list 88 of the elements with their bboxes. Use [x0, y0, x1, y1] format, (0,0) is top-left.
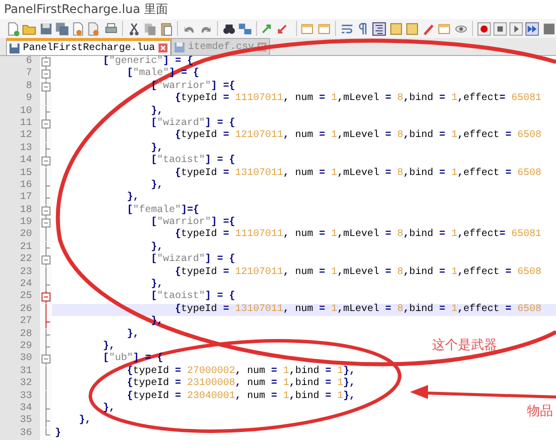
line-number: 10 [0, 106, 40, 118]
code-line: {typeId = 23040001, num = 1,bind = 1}, [126, 390, 356, 403]
new-file-icon[interactable] [6, 20, 20, 36]
line-number: 9 [0, 93, 40, 106]
annotation-label: 物品 [527, 404, 553, 419]
code-line: }, [150, 180, 164, 192]
window-caption: PanelFirstRecharge.lua 里面 [3, 1, 170, 18]
code-line: {typeId = 11107011, num = 1,mLevel = 8,bind = 1,effect= 65081 [174, 93, 542, 106]
fold-toggle-icon[interactable] [40, 68, 52, 81]
close-all-icon[interactable] [87, 20, 102, 36]
save-icon [174, 42, 186, 52]
line-number: 7 [0, 68, 40, 81]
code-line: {typeId = 12107011, num = 1,mLevel = 8,bind = 1,effect = 6508 [174, 266, 542, 280]
code-line: ["taoist"] = { [150, 291, 236, 304]
panel-icon[interactable] [404, 20, 420, 36]
fold-toggle-icon[interactable] [40, 217, 52, 230]
code-line: {typeId = 13107011, num = 1,mLevel = 8,bind = 1,effect = 6508 [174, 304, 542, 316]
line-number: 19 [0, 217, 40, 230]
code-line: } [54, 428, 62, 440]
line-number: 22 [0, 254, 40, 267]
code-line: ["female"]={ [126, 204, 200, 216]
code-line: {typeId = 11107011, num = 1,mLevel = 8,bind = 1,effect= 65081 [174, 229, 542, 242]
line-number: 18 [0, 204, 40, 218]
code-line: }, [78, 415, 92, 428]
line-number: 36 [0, 428, 40, 440]
line-number: 12 [0, 130, 40, 143]
line-number: 24 [0, 279, 40, 292]
line-number: 27 [0, 316, 40, 329]
line-number: 26 [0, 304, 40, 316]
code-line: }, [150, 242, 164, 254]
line-number: 23 [0, 266, 40, 280]
file-tab[interactable]: PanelFirstRecharge.lua [6, 38, 172, 55]
line-number: 33 [0, 390, 40, 403]
play-icon[interactable] [509, 20, 524, 36]
code-line: }, [126, 328, 140, 341]
code-line: }, [102, 340, 116, 352]
close-file-icon[interactable] [71, 20, 86, 36]
code-line: }, [102, 402, 116, 416]
code-line: {typeId = 13107011, num = 1,mLevel = 8,bind = 1,effect = 6508 [174, 168, 542, 180]
code-line: {typeId = 12107011, num = 1,mLevel = 8,bind = 1,effect = 6508 [174, 130, 542, 143]
line-number: 13 [0, 142, 40, 156]
record-icon[interactable] [476, 20, 491, 36]
annotation-label: 这个是武器 [432, 338, 497, 353]
code-line: ["taoist"] = { [150, 155, 236, 168]
save-all-icon[interactable] [54, 20, 69, 36]
line-number: 20 [0, 229, 40, 242]
line-number: 16 [0, 180, 40, 192]
code-line: }, [126, 192, 140, 204]
code-line: }, [150, 106, 164, 118]
save-icon [9, 42, 20, 54]
scissors-icon[interactable] [126, 20, 141, 36]
fold-toggle-icon[interactable] [40, 204, 52, 218]
line-number: 11 [0, 118, 40, 130]
fold-toggle-icon[interactable] [40, 155, 52, 168]
line-number: 15 [0, 168, 40, 180]
indent-guide-icon[interactable] [372, 20, 387, 36]
fold-toggle-icon[interactable] [40, 56, 52, 68]
fold-toggle-icon[interactable] [40, 291, 52, 304]
line-number: 35 [0, 415, 40, 428]
replace-icon[interactable] [238, 20, 252, 36]
line-number: 28 [0, 328, 40, 341]
line-number: 14 [0, 155, 40, 168]
line-number: 21 [0, 242, 40, 254]
line-number: 31 [0, 366, 40, 378]
code-line: ["wizard"] = { [150, 254, 236, 266]
close-icon[interactable] [158, 43, 168, 53]
code-line: }, [150, 142, 164, 154]
code-line: {typeId = 27000002, num = 1,bind = 1}, [126, 366, 356, 378]
fold-toggle-icon[interactable] [40, 353, 52, 366]
code-line: ["wizard"] = { [150, 118, 236, 130]
fold-toggle-icon[interactable] [40, 254, 52, 267]
line-number: 34 [0, 402, 40, 416]
code-line: ["warrior"] ={ [150, 217, 236, 228]
code-line: }, [150, 279, 164, 290]
fold-toggle-icon[interactable] [40, 80, 52, 94]
line-number: 6 [0, 56, 40, 68]
save-icon[interactable] [38, 20, 53, 36]
line-number: 8 [0, 80, 40, 94]
fold-toggle-icon[interactable] [40, 118, 52, 130]
line-number: 32 [0, 378, 40, 391]
line-number: 29 [0, 340, 40, 354]
line-number: 30 [0, 353, 40, 366]
line-number: 25 [0, 291, 40, 304]
fast-forward-icon[interactable] [525, 20, 540, 36]
line-number: 17 [0, 192, 40, 205]
stop-icon[interactable] [492, 20, 508, 36]
code-line: {typeId = 23100008, num = 1,bind = 1}, [126, 378, 356, 390]
paste-icon[interactable] [159, 20, 174, 36]
